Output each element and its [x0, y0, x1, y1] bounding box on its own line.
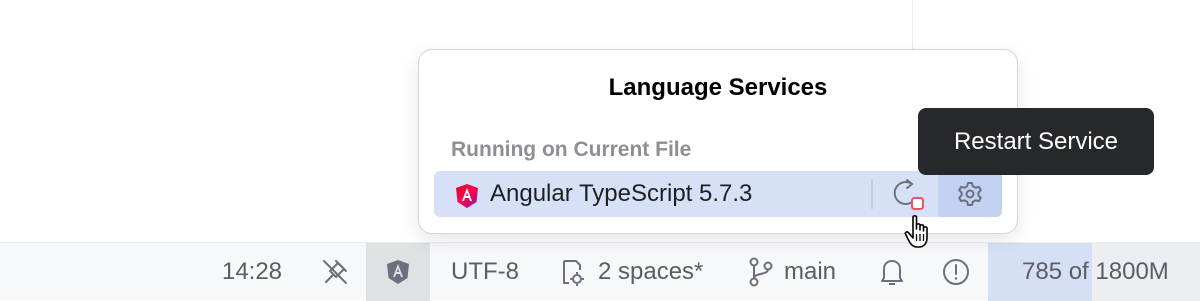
memory-indicator[interactable]: 785 of 1800M	[1022, 243, 1169, 301]
indent-label: 2 spaces*	[598, 258, 704, 285]
section-label: Running on Current File	[451, 138, 692, 161]
service-settings-button[interactable]	[938, 171, 1002, 217]
restart-service-tooltip: Restart Service	[918, 108, 1154, 175]
service-row[interactable]: Angular TypeScript 5.7.3	[434, 171, 1002, 217]
branch-icon	[749, 257, 773, 287]
action-divider	[871, 179, 873, 209]
encoding-widget[interactable]: UTF-8	[438, 243, 532, 301]
angular-icon	[387, 260, 409, 284]
notifications-icon[interactable]	[866, 243, 918, 301]
caret-position-label: 14:28	[221, 258, 283, 285]
status-bar: 14:28 UTF-8 2 spaces* main 785 of 1800M	[0, 242, 1200, 301]
popup-title: Language Services	[608, 74, 828, 101]
indent-settings-icon	[563, 260, 584, 286]
caret-position[interactable]: 14:28	[204, 243, 300, 301]
no-ai-icon[interactable]	[306, 243, 364, 301]
encoding-label: UTF-8	[451, 258, 519, 285]
angular-service-widget[interactable]	[366, 243, 430, 301]
service-name: Angular TypeScript 5.7.3	[490, 180, 753, 207]
branch-label: main	[784, 258, 837, 285]
indent-widget[interactable]: 2 spaces*	[556, 243, 726, 301]
restart-service-button[interactable]	[890, 178, 930, 212]
problems-icon[interactable]	[930, 243, 982, 301]
restart-icon	[893, 179, 924, 210]
angular-icon	[456, 184, 478, 208]
hand-cursor-icon	[904, 215, 928, 248]
git-branch-widget[interactable]: main	[748, 243, 852, 301]
gear-icon	[958, 182, 982, 206]
